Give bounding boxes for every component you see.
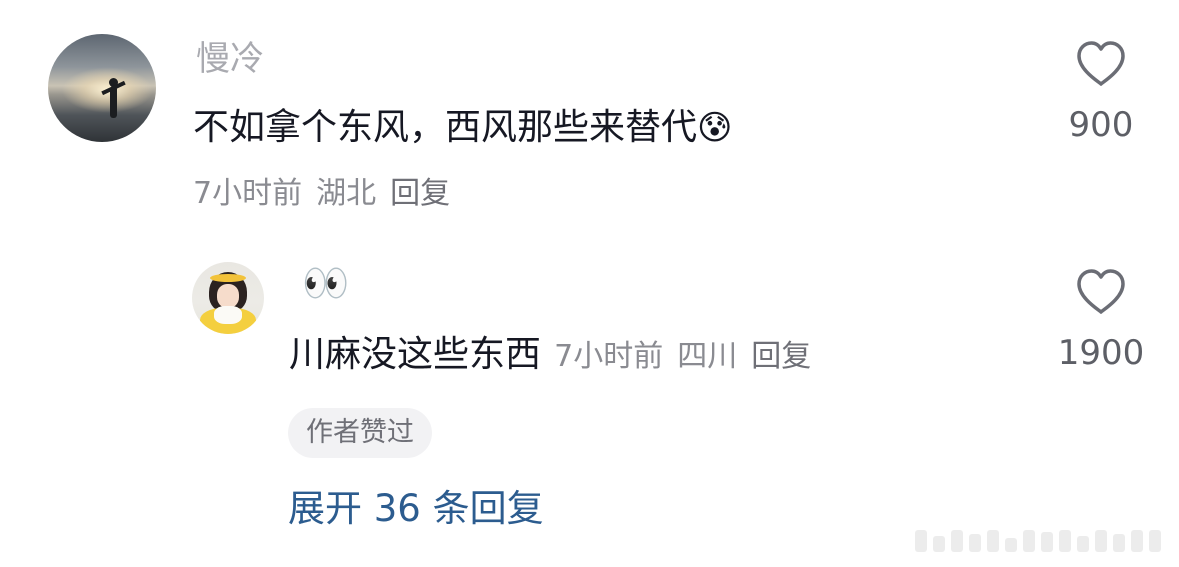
reply-meta: 7小时前 四川 回复 [554,339,825,374]
reply-text-row: 川麻没这些东西 7小时前 四川 回复 [289,337,825,373]
reply-like-button[interactable] [1041,268,1161,320]
avatar-headband [210,274,246,282]
comment-location: 湖北 [316,176,377,211]
heart-outline-icon[interactable] [1075,40,1127,88]
avatar-face [217,284,239,308]
reply-time: 7小时前 [554,339,664,374]
comment-time: 7小时前 [193,176,303,211]
reply-like-count: 1900 [1057,333,1145,373]
author-liked-badge: 作者赞过 [288,408,432,458]
reply-avatar[interactable] [192,262,264,334]
avatar[interactable] [48,34,156,142]
comment-like-button[interactable] [1041,40,1161,92]
comment-text-row: 不如拿个东风，西风那些来替代😰 [193,110,732,146]
comment-reply-button[interactable]: 回复 [390,176,450,211]
comment-meta: 7小时前 湖北 回复 [193,179,464,209]
reply-text: 川麻没这些东西 [289,334,542,375]
avatar-towel [214,306,242,324]
sweat-face-emoji-icon: 😰 [697,108,733,148]
reply-reply-button[interactable]: 回复 [751,339,811,374]
avatar-silhouette [109,78,118,118]
reply-location: 四川 [677,339,738,374]
comment-text: 不如拿个东风，西风那些来替代 [193,107,698,148]
comment-like-count: 900 [1068,105,1134,145]
heart-outline-icon[interactable] [1075,268,1127,316]
watermark [915,526,1161,552]
comment-username[interactable]: 慢冷 [196,42,264,76]
expand-replies-button[interactable]: 展开 36 条回复 [288,490,544,527]
eyes-emoji-icon: 👀 [302,261,350,305]
